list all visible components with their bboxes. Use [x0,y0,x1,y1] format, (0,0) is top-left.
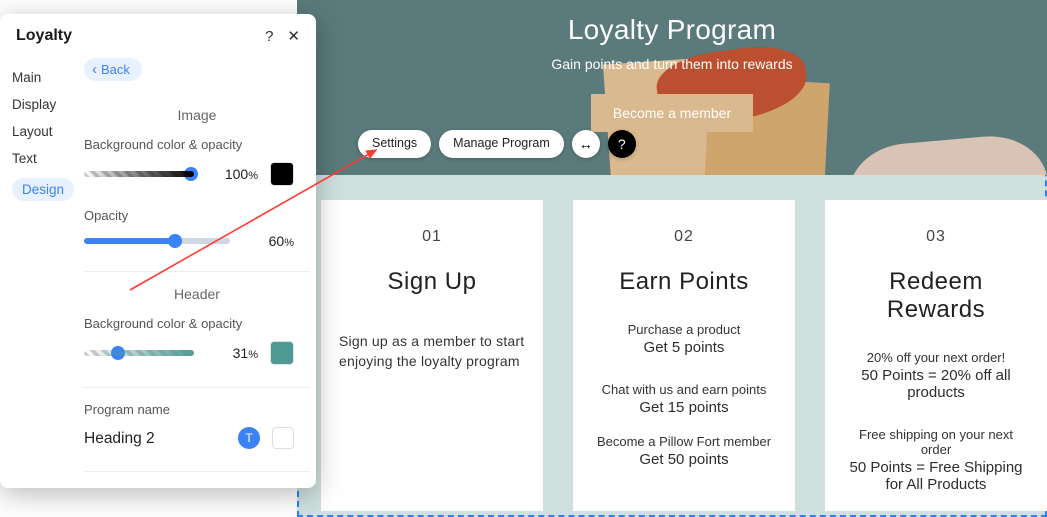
header-bg-opacity-slider[interactable] [84,350,194,356]
program-name-color-swatch[interactable] [272,427,294,449]
program-name-label: Program name [84,402,294,417]
close-icon[interactable]: ✕ [287,27,300,45]
program-title-label: Program title [84,486,294,488]
step-title: Sign Up [339,268,525,296]
step-number: 02 [591,228,777,246]
element-toolbar: Settings Manage Program ↔ ? [358,130,636,158]
image-opacity-value: 60% [242,233,294,249]
step-number: 01 [339,228,525,246]
rule-action: Chat with us and earn points [591,382,777,397]
rule-action: Free shipping on your next order [843,427,1029,457]
manage-program-button[interactable]: Manage Program [439,130,564,158]
tab-display[interactable]: Display [12,91,74,118]
step-title: Redeem Rewards [843,268,1029,324]
editor-canvas: Loyalty Program Gain points and turn the… [297,0,1047,517]
rule-reward: Get 50 points [591,451,777,468]
opacity-label: Opacity [84,208,294,223]
panel-header: Loyalty ? ✕ [0,14,316,58]
panel-title: Loyalty [16,27,72,45]
image-opacity-slider[interactable] [84,238,230,244]
header-bg-opacity-label: Background color & opacity [84,316,294,331]
header-bg-color-swatch[interactable] [270,341,294,365]
image-bg-opacity-value: 100% [206,166,258,182]
rule-reward: 50 Points = 20% off all products [843,367,1029,401]
header-bg-opacity-value: 31% [206,345,258,361]
panel-sidebar: Main Display Layout Text Design [0,58,84,488]
hero-title: Loyalty Program [297,0,1047,46]
tab-text[interactable]: Text [12,145,74,172]
step-number: 03 [843,228,1029,246]
settings-panel: Loyalty ? ✕ Main Display Layout Text Des… [0,14,316,488]
panel-content[interactable]: Back Image Background color & opacity 10… [84,58,316,488]
rule-action: 20% off your next order! [843,350,1029,365]
card-earn[interactable]: 02 Earn Points Purchase a product Get 5 … [573,200,795,511]
hero-subtitle: Gain points and turn them into rewards [297,56,1047,72]
text-style-icon[interactable]: T [238,427,260,449]
stretch-icon[interactable]: ↔ [572,130,600,158]
step-title: Earn Points [591,268,777,296]
rule-action: Become a Pillow Fort member [591,434,777,449]
rule-reward: 50 Points = Free Shipping for All Produc… [843,459,1029,493]
card-signup[interactable]: 01 Sign Up Sign up as a member to start … [321,200,543,511]
card-redeem[interactable]: 03 Redeem Rewards 20% off your next orde… [825,200,1047,511]
steps-row: 01 Sign Up Sign up as a member to start … [321,200,1047,511]
panel-help-icon[interactable]: ? [265,28,273,45]
settings-button[interactable]: Settings [358,130,431,158]
tab-layout[interactable]: Layout [12,118,74,145]
rule-action: Purchase a product [591,322,777,337]
header-section-heading: Header [84,286,310,302]
back-button[interactable]: Back [84,58,142,81]
image-bg-color-swatch[interactable] [270,162,294,186]
rule-reward: Get 5 points [591,339,777,356]
image-bg-opacity-slider[interactable] [84,171,194,177]
tab-main[interactable]: Main [12,64,74,91]
tab-design[interactable]: Design [12,178,74,201]
program-name-value[interactable]: Heading 2 [84,430,226,448]
become-member-button[interactable]: Become a member [591,94,753,132]
image-section-heading: Image [84,107,310,123]
bg-opacity-label: Background color & opacity [84,137,294,152]
rule-reward: Get 15 points [591,399,777,416]
help-icon[interactable]: ? [608,130,636,158]
step-desc: Sign up as a member to start enjoying th… [339,332,525,371]
